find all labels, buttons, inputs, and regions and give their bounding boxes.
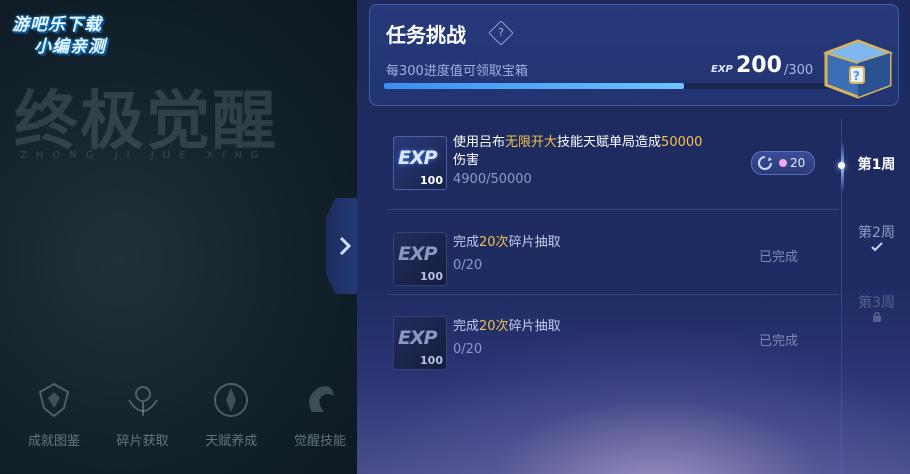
week-label: 第2周 [858, 225, 895, 241]
chevron-right-icon [339, 236, 352, 256]
exp-tile-amount: 100 [420, 174, 443, 187]
background-scene: 游吧乐下载 小编亲测 终极觉醒 ZHONG JI JUE XING 成就图鉴 碎… [0, 0, 360, 474]
nav-label: 觉醒技能 [293, 434, 346, 449]
help-icon-glyph: ? [498, 26, 504, 39]
task-progress: 0/20 [453, 258, 483, 273]
reward-badge[interactable]: 20 [751, 151, 815, 175]
exp-tile-label: EXP [398, 243, 438, 265]
task-title-highlight: 20次 [479, 235, 509, 250]
nav-label: 碎片获取 [116, 434, 169, 449]
watermark-line-2: 小编亲测 [34, 37, 106, 57]
check-icon [870, 242, 883, 252]
exp-max: /300 [784, 63, 814, 78]
active-dot [838, 162, 845, 169]
page-title: 任务挑战 [386, 23, 466, 47]
tab-week-3[interactable]: 第3周 [842, 292, 910, 322]
watermark-logo: 游吧乐下载 小编亲测 [12, 14, 152, 58]
panel-toggle-button[interactable] [326, 198, 358, 294]
task-title-part: 完成 [453, 235, 480, 250]
nav-achievements[interactable]: 成就图鉴 [14, 378, 94, 449]
event-title-pinyin: ZHONG JI JUE XING [20, 150, 268, 161]
nav-awakening[interactable]: 觉醒技能 [280, 378, 360, 449]
awakening-icon [309, 386, 334, 412]
exp-tile-label: EXP [398, 327, 438, 349]
lock-icon [872, 312, 881, 322]
gem-icon [779, 159, 787, 167]
status-completed: 已完成 [759, 334, 799, 349]
exp-icon: EXP [711, 64, 734, 75]
task-title-part: 伤害 [453, 153, 480, 168]
task-title: 完成20次碎片抽取 [453, 234, 753, 252]
exp-reward-tile: EXP 100 [393, 232, 447, 286]
nav-talents[interactable]: 天赋养成 [191, 378, 271, 449]
task-title-part: 碎片抽取 [508, 319, 561, 334]
task-progress: 0/20 [453, 342, 483, 357]
task-title: 使用吕布无限开大技能天赋单局造成50000 伤害 [453, 134, 753, 170]
exp-reward-tile: EXP 100 [393, 136, 447, 190]
task-item[interactable]: EXP 100 完成20次碎片抽取 0/20 已完成 [387, 304, 839, 388]
task-title-part: 碎片抽取 [508, 235, 561, 250]
task-title-highlight: 无限开大 [505, 135, 558, 150]
help-icon[interactable]: ? [488, 20, 514, 46]
achievement-icon [38, 382, 70, 418]
week-label: 第3周 [858, 295, 895, 311]
event-title-watermark: 终极觉醒 [14, 84, 278, 159]
task-item[interactable]: EXP 100 使用吕布无限开大技能天赋单局造成50000 伤害 4900/500… [387, 124, 839, 208]
task-title-highlight: 20次 [479, 319, 509, 334]
tab-week-2[interactable]: 第2周 [842, 222, 910, 252]
status-completed: 已完成 [759, 250, 799, 265]
talent-icon [214, 383, 249, 417]
task-title-part: 技能天赋单局造成 [557, 135, 662, 150]
progress-bar [384, 83, 834, 89]
bottom-nav: 成就图鉴 碎片获取 天赋养成 觉醒技能 [14, 378, 360, 449]
week-tabs: 第1周 第2周 第3周 [838, 118, 910, 474]
task-title-part: 完成 [453, 319, 480, 334]
refresh-icon [758, 156, 772, 170]
exp-current: 200 [736, 53, 782, 78]
watermark-line-1: 游吧乐下载 [12, 15, 102, 35]
nav-label: 天赋养成 [205, 434, 258, 449]
task-title-highlight: 50000 [661, 135, 703, 150]
exp-icon-text: EXP [711, 64, 734, 75]
divider [387, 209, 839, 210]
header-subtitle: 每300进度值可领取宝箱 [386, 64, 528, 79]
fragment-icon [127, 386, 158, 416]
week-label: 第1周 [857, 157, 896, 173]
nav-label: 成就图鉴 [27, 434, 80, 449]
task-title-part: 使用吕布 [453, 135, 506, 150]
progress-fill [384, 83, 684, 89]
treasure-chest-icon[interactable]: ? [818, 27, 898, 101]
exp-tile-amount: 100 [420, 270, 443, 283]
task-title: 完成20次碎片抽取 [453, 318, 753, 336]
header-card: 任务挑战 ? 每300进度值可领取宝箱 EXP 200 /300 ? [369, 4, 899, 106]
nav-fragments[interactable]: 碎片获取 [103, 378, 183, 449]
exp-tile-amount: 100 [420, 354, 443, 367]
divider [387, 294, 839, 295]
exp-tile-label: EXP [398, 147, 438, 169]
task-challenge-panel: 任务挑战 ? 每300进度值可领取宝箱 EXP 200 /300 ? EXP 1… [357, 0, 910, 474]
svg-text:?: ? [853, 69, 860, 83]
task-progress: 4900/50000 [453, 172, 532, 187]
task-item[interactable]: EXP 100 完成20次碎片抽取 0/20 已完成 [387, 220, 839, 304]
tab-week-1[interactable]: 第1周 [838, 154, 910, 174]
exp-reward-tile: EXP 100 [393, 316, 447, 370]
reward-count: 20 [790, 156, 806, 170]
